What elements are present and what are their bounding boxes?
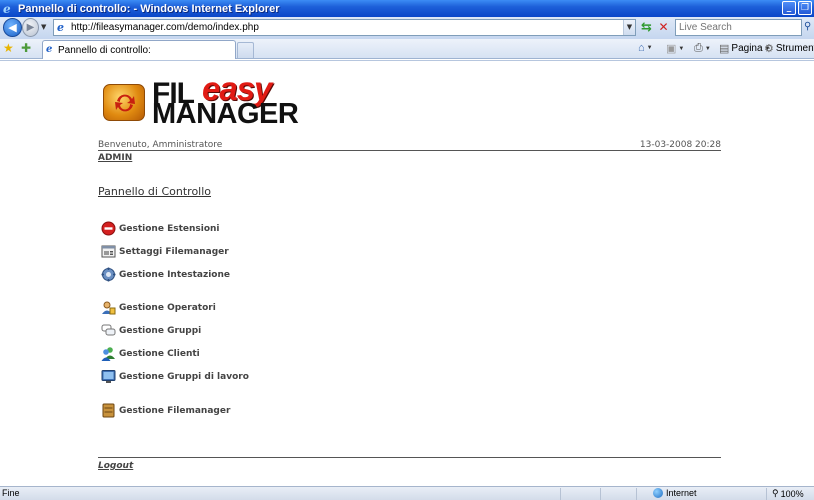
home-icon: ⌂ xyxy=(638,42,645,54)
menu-item-gestione-operatori[interactable]: Gestione Operatori xyxy=(101,300,216,315)
minimize-button[interactable]: _ xyxy=(782,1,796,15)
security-zone[interactable]: Internet xyxy=(653,488,697,498)
favorites-star-icon[interactable]: ★ xyxy=(3,41,14,55)
fileasy-manager-logo: FIL easy MANAGER xyxy=(100,72,315,130)
search-input[interactable] xyxy=(676,20,801,35)
footer-divider xyxy=(98,457,721,458)
restore-button[interactable]: ❐ xyxy=(798,1,812,15)
zoom-control[interactable]: ⚲ 100% xyxy=(772,488,804,499)
operators-icon xyxy=(101,300,116,315)
refresh-icon[interactable]: ⇆ xyxy=(639,20,654,35)
menu-item-gestione-gruppi-lavoro[interactable]: Gestione Gruppi di lavoro xyxy=(101,369,249,384)
page-menu-label: Pagina xyxy=(731,43,763,54)
add-favorites-icon[interactable]: ✚ xyxy=(21,41,31,55)
gear-icon xyxy=(101,267,116,282)
menu-label: Gestione Intestazione xyxy=(119,269,230,280)
menu-label: Gestione Operatori xyxy=(119,302,216,313)
menu-label: Gestione Gruppi di lavoro xyxy=(119,371,249,382)
ie-logo-icon: e xyxy=(3,1,11,16)
status-divider xyxy=(636,488,637,500)
menu-item-gestione-gruppi[interactable]: Gestione Gruppi xyxy=(101,323,201,338)
home-dropdown-icon[interactable]: ▼ xyxy=(647,45,653,51)
menu-item-gestione-filemanager[interactable]: Gestione Filemanager xyxy=(101,403,230,418)
monitor-icon xyxy=(101,369,116,384)
home-button[interactable]: ⌂ ▼ xyxy=(638,42,653,54)
zoom-level: 100% xyxy=(780,488,804,499)
menu-label: Gestione Gruppi xyxy=(119,325,202,336)
zone-label: Internet xyxy=(666,488,697,498)
window-titlebar: e Pannello di controllo: - Windows Inter… xyxy=(0,0,814,17)
menu-label: Gestione Filemanager xyxy=(119,405,231,416)
status-bar: Fine Internet ⚲ 100% xyxy=(0,486,814,500)
tools-menu-label: Strumenti xyxy=(775,43,814,54)
feeds-dropdown-icon[interactable]: ▼ xyxy=(678,46,684,52)
menu-label: Settaggi Filemanager xyxy=(119,246,229,257)
settings-window-icon xyxy=(101,244,116,259)
stop-icon[interactable]: ✕ xyxy=(656,20,671,35)
welcome-bar: Benvenuto, Amministratore 13-03-2008 20:… xyxy=(98,140,721,151)
status-text: Fine xyxy=(2,488,20,498)
globe-icon xyxy=(653,488,663,498)
archive-icon xyxy=(101,403,116,418)
rss-icon: ▣ xyxy=(666,43,677,55)
tab-page-icon: e xyxy=(46,44,53,55)
back-button[interactable]: ◀ xyxy=(3,18,22,37)
menu-label: Gestione Clienti xyxy=(119,348,200,359)
search-box[interactable] xyxy=(675,19,802,36)
page-icon: e xyxy=(57,21,64,34)
welcome-text: Benvenuto, Amministratore xyxy=(98,140,223,150)
page-menu[interactable]: ▤ Pagina ▼ xyxy=(719,42,771,55)
menu-item-gestione-clienti[interactable]: Gestione Clienti xyxy=(101,346,200,361)
printer-icon: ⎙ xyxy=(694,42,703,54)
status-divider xyxy=(560,488,561,500)
address-bar[interactable]: e http://fileasymanager.com/demo/index.p… xyxy=(53,19,636,36)
menu-item-gestione-intestazione[interactable]: Gestione Intestazione xyxy=(101,267,230,282)
menu-item-gestione-estensioni[interactable]: Gestione Estensioni xyxy=(101,221,220,236)
status-divider xyxy=(600,488,601,500)
no-entry-icon xyxy=(101,221,116,236)
datetime-text: 13-03-2008 20:28 xyxy=(639,140,721,150)
logo-emblem-icon xyxy=(103,84,145,121)
search-icon[interactable]: ⚲ xyxy=(804,21,811,32)
print-button[interactable]: ⎙ ▼ xyxy=(694,42,711,55)
print-dropdown-icon[interactable]: ▼ xyxy=(705,46,711,52)
tools-gear-icon: ⚙ xyxy=(764,43,774,55)
status-divider xyxy=(766,488,767,500)
page-menu-icon: ▤ xyxy=(719,43,730,55)
window-controls: _ ❐ xyxy=(782,1,812,15)
menu-item-settaggi-filemanager[interactable]: Settaggi Filemanager xyxy=(101,244,229,259)
url-text[interactable]: http://fileasymanager.com/demo/index.php xyxy=(71,22,259,33)
logo-text-manager: MANAGER xyxy=(152,98,299,130)
chat-bubbles-icon xyxy=(101,323,116,338)
url-dropdown-icon[interactable]: ▼ xyxy=(623,20,635,35)
feeds-button[interactable]: ▣ ▼ xyxy=(666,42,684,55)
page-title: Pannello di Controllo xyxy=(98,185,212,198)
zoom-icon: ⚲ xyxy=(772,488,779,498)
logout-link[interactable]: Logout xyxy=(98,461,133,471)
username-label: ADMIN xyxy=(98,153,133,163)
tab-pannello[interactable]: e Pannello di controllo: xyxy=(42,40,236,59)
tools-menu[interactable]: ⚙ Strumenti xyxy=(764,42,814,55)
history-dropdown-icon[interactable]: ▼ xyxy=(41,23,46,31)
menu-label: Gestione Estensioni xyxy=(119,223,220,234)
address-toolbar: ◀ ▶ ▼ e http://fileasymanager.com/demo/i… xyxy=(0,17,814,39)
users-icon xyxy=(101,346,116,361)
window-title: Pannello di controllo: - Windows Interne… xyxy=(18,2,280,15)
forward-button[interactable]: ▶ xyxy=(22,18,39,37)
tab-label: Pannello di controllo: xyxy=(58,44,151,56)
tab-command-bar: ★ ✚ e Pannello di controllo: ⌂ ▼ ▣ ▼ ⎙ ▼ ▤ … xyxy=(0,39,814,59)
new-tab-button[interactable] xyxy=(237,42,254,58)
